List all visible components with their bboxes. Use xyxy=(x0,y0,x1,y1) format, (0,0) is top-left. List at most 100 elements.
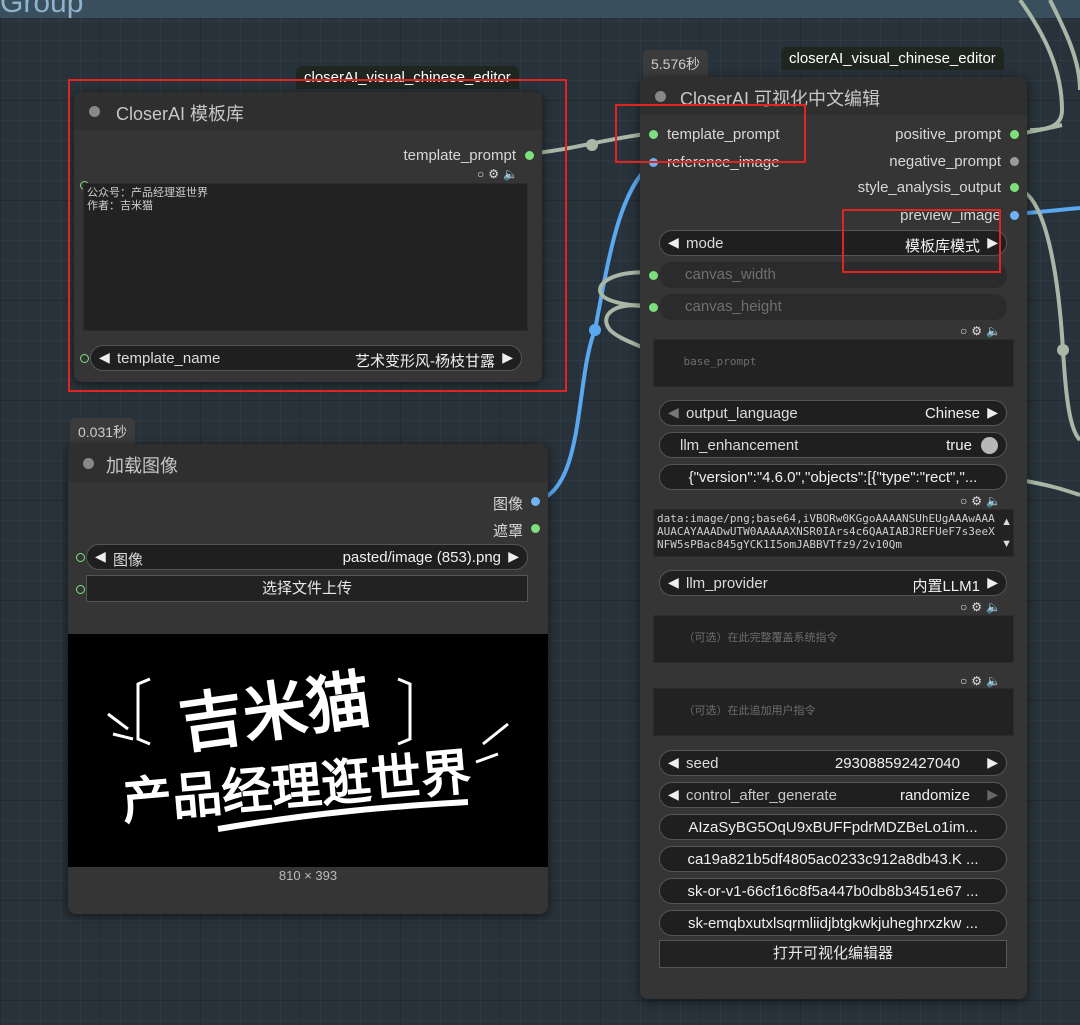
output-port-mask[interactable] xyxy=(531,524,540,533)
widget-label: output_language xyxy=(686,405,798,422)
widget-value: AIzaSyBG5OqU9xBUFFpdrMDZBeLo1im... xyxy=(688,819,978,836)
gear-icon[interactable]: ⚙ xyxy=(971,600,986,614)
widget-value: true xyxy=(946,437,972,454)
placeholder: （可选）在此完整覆盖系统指令 xyxy=(683,631,838,644)
widget-value: 内置LLM1 xyxy=(912,578,980,595)
widget-toolbar: ○⚙🔈 xyxy=(960,600,1005,614)
input-port-canvas-height[interactable] xyxy=(649,303,658,312)
wire-style-dot xyxy=(1057,344,1069,356)
input-port-upload[interactable] xyxy=(76,585,85,594)
output-label-positive-prompt: positive_prompt xyxy=(895,126,1001,143)
open-visual-editor-button[interactable]: 打开可视化编辑器 xyxy=(659,940,1007,968)
calligraphy-logo-image: 吉米猫 产品经理逛世界 xyxy=(107,663,509,832)
arrow-left-icon[interactable]: ◀ xyxy=(95,548,106,565)
widget-value: Chinese xyxy=(924,405,980,422)
speaker-icon[interactable]: 🔈 xyxy=(986,674,1005,688)
llm-enhancement-toggle[interactable]: llm_enhancement true xyxy=(659,432,1007,458)
arrow-left-icon[interactable]: ◀ xyxy=(668,754,679,771)
widget-label: llm_enhancement xyxy=(680,437,799,454)
placeholder: （可选）在此追加用户指令 xyxy=(683,704,816,717)
preview-line-1: 吉米猫 xyxy=(175,663,375,763)
collapse-dot[interactable] xyxy=(83,458,94,469)
wire-reroute-dot xyxy=(586,139,598,151)
widget-value: 293088592427040 xyxy=(834,755,960,772)
widget-toolbar: ○⚙🔈 xyxy=(960,324,1005,338)
base-prompt-textarea[interactable]: base_prompt xyxy=(653,339,1014,387)
speaker-icon[interactable]: 🔈 xyxy=(986,324,1005,338)
speaker-icon[interactable]: 🔈 xyxy=(986,494,1005,508)
wire-bottom-right xyxy=(1019,478,1080,497)
widget-toolbar: ○⚙🔈 xyxy=(960,494,1005,508)
llm-provider-combo[interactable]: ◀ llm_provider 内置LLM1 ▶ xyxy=(659,570,1007,596)
output-port-style-analysis[interactable] xyxy=(1010,183,1019,192)
wire-top-right-2 xyxy=(1048,0,1080,91)
output-port-preview-image[interactable] xyxy=(1010,211,1019,220)
arrow-right-icon[interactable]: ▶ xyxy=(987,786,998,803)
gear-icon[interactable]: ⚙ xyxy=(971,494,986,508)
speaker-icon[interactable]: 🔈 xyxy=(986,600,1005,614)
arrow-left-icon[interactable]: ◀ xyxy=(668,404,679,421)
arrow-right-icon[interactable]: ▶ xyxy=(987,404,998,421)
output-port-image[interactable] xyxy=(531,497,540,506)
input-port-canvas-width[interactable] xyxy=(649,271,658,280)
system-instruction-textarea[interactable]: （可选）在此完整覆盖系统指令 xyxy=(653,615,1014,663)
arrow-left-icon[interactable]: ◀ xyxy=(668,786,679,803)
image-preview: 吉米猫 产品经理逛世界 xyxy=(68,634,548,867)
arrow-right-icon[interactable]: ▶ xyxy=(987,574,998,591)
output-label-mask: 遮罩 xyxy=(492,523,523,540)
toggle-knob[interactable] xyxy=(981,437,998,454)
circle-icon[interactable]: ○ xyxy=(960,600,971,614)
input-port-image[interactable] xyxy=(76,553,85,562)
widget-label: 图像 xyxy=(113,552,144,569)
widget-value: randomize xyxy=(899,787,970,804)
scrollbar-arrows[interactable]: ▲ ▼ xyxy=(1001,511,1012,555)
node-title: 加载图像 xyxy=(106,456,178,476)
image-data-textarea[interactable]: data:image/png;base64,iVBORw0KGgoAAAANSU… xyxy=(653,509,1014,557)
arrow-right-icon[interactable]: ▶ xyxy=(987,754,998,771)
widget-label: seed xyxy=(686,755,719,772)
control-after-generate-combo[interactable]: ◀ control_after_generate randomize ▶ xyxy=(659,782,1007,808)
circle-icon[interactable]: ○ xyxy=(960,494,971,508)
circle-icon[interactable]: ○ xyxy=(960,324,971,338)
canvas-height-widget[interactable]: canvas_height xyxy=(659,294,1007,320)
gear-icon[interactable]: ⚙ xyxy=(971,324,986,338)
highlight-box-template-input xyxy=(615,104,806,163)
seed-widget[interactable]: ◀ seed 293088592427040 ▶ xyxy=(659,750,1007,776)
api-key-zhipu[interactable]: ca19a821b5df4805ac0233c912a8db43.K ... xyxy=(659,846,1007,872)
widget-label: llm_provider xyxy=(686,575,768,592)
circle-icon[interactable]: ○ xyxy=(960,674,971,688)
arrow-left-icon[interactable]: ◀ xyxy=(668,574,679,591)
node-header[interactable]: 加载图像 xyxy=(68,444,548,482)
widget-label: canvas_width xyxy=(685,266,776,283)
widget-toolbar: ○⚙🔈 xyxy=(960,674,1005,688)
widget-label: mode xyxy=(686,235,724,252)
image-file-combo[interactable]: ◀ 图像 pasted/image (853).png ▶ xyxy=(86,544,528,570)
widget-value: sk-or-v1-66cf16c8f5a447b0db8b3451e67 ... xyxy=(687,883,979,900)
api-key-openrouter[interactable]: sk-or-v1-66cf16c8f5a447b0db8b3451e67 ... xyxy=(659,878,1007,904)
output-label-image: 图像 xyxy=(492,496,523,513)
objects-json-widget[interactable]: {"version":"4.6.0","objects":[{"type":"r… xyxy=(659,464,1007,490)
widget-value: pasted/image (853).png xyxy=(342,549,501,566)
widget-value: ca19a821b5df4805ac0233c912a8db43.K ... xyxy=(687,851,979,868)
execution-time: 0.031秒 xyxy=(70,418,136,446)
output-language-combo[interactable]: ◀ output_language Chinese ▶ xyxy=(659,400,1007,426)
arrow-left-icon[interactable]: ◀ xyxy=(668,234,679,251)
output-port-positive-prompt[interactable] xyxy=(1010,130,1019,139)
widget-label: control_after_generate xyxy=(686,787,837,804)
execution-time: 5.576秒 xyxy=(643,50,709,78)
wire-image-dot xyxy=(589,324,601,336)
load-image-node[interactable]: 加载图像 图像 遮罩 ◀ 图像 pasted/image (853).png ▶… xyxy=(68,444,548,914)
widget-value: {"version":"4.6.0","objects":[{"type":"r… xyxy=(688,469,978,486)
output-label-negative-prompt: negative_prompt xyxy=(889,153,1001,170)
output-port-negative-prompt[interactable] xyxy=(1010,157,1019,166)
upload-file-button[interactable]: 选择文件上传 xyxy=(86,575,528,602)
api-key-google[interactable]: AIzaSyBG5OqU9xBUFFpdrMDZBeLo1im... xyxy=(659,814,1007,840)
arrow-right-icon[interactable]: ▶ xyxy=(508,548,519,565)
gear-icon[interactable]: ⚙ xyxy=(971,674,986,688)
widget-value: sk-emqbxutxlsqrmliidjbtgkwkjuheghrxzkw .… xyxy=(687,915,979,932)
node-class-tag: closerAI_visual_chinese_editor xyxy=(781,47,1004,70)
collapse-dot[interactable] xyxy=(655,91,666,102)
api-key-siliconflow[interactable]: sk-emqbxutxlsqrmliidjbtgkwkjuheghrxzkw .… xyxy=(659,910,1007,936)
user-instruction-textarea[interactable]: （可选）在此追加用户指令 xyxy=(653,688,1014,736)
highlight-box-mode xyxy=(842,209,1001,273)
